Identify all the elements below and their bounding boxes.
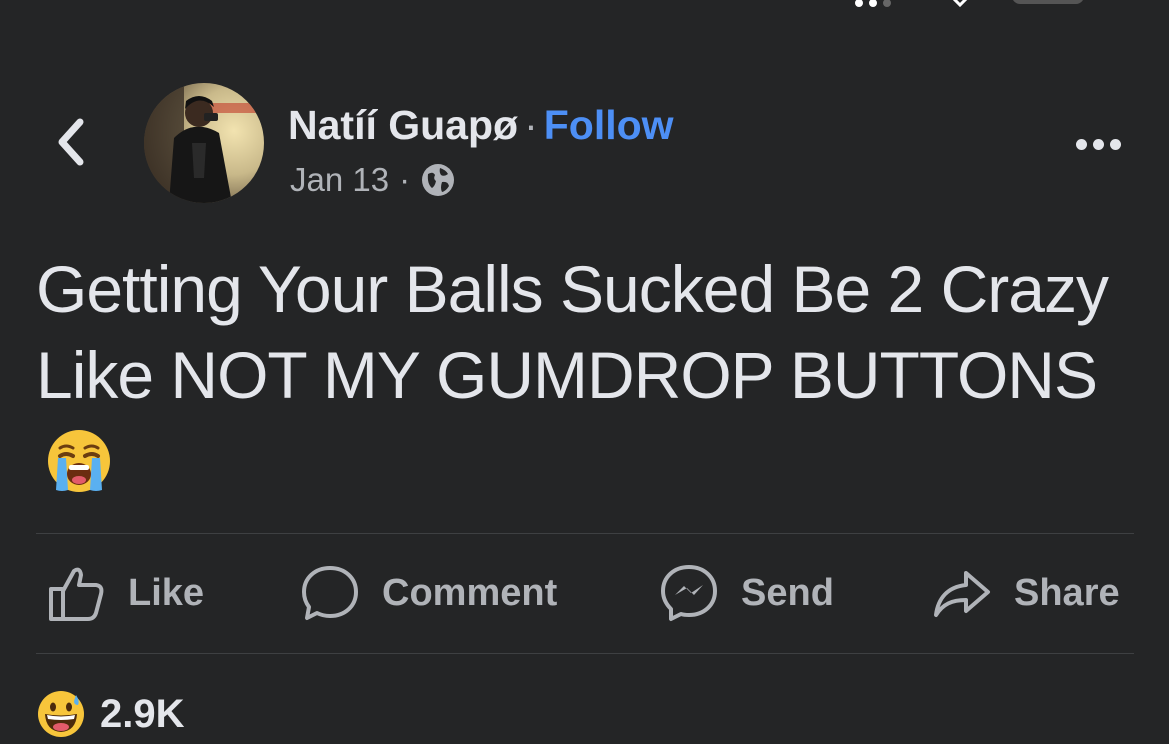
send-button[interactable]: Send <box>659 558 834 628</box>
status-time-fragment <box>140 0 250 4</box>
status-bar <box>0 0 1169 14</box>
send-label: Send <box>741 571 834 614</box>
like-label: Like <box>128 571 205 614</box>
battery-icon <box>1012 0 1084 4</box>
author-name[interactable]: Natíí Guapø <box>288 102 518 148</box>
like-button[interactable]: Like <box>46 558 204 628</box>
messenger-icon <box>661 565 717 621</box>
post-meta: Jan 13 · <box>290 158 456 202</box>
loudly-crying-face-emoji <box>48 430 110 492</box>
reactions-summary[interactable]: 2.9K <box>36 684 185 744</box>
share-label: Share <box>1014 571 1120 614</box>
post-text-content: Getting Your Balls Sucked Be 2 Crazy Lik… <box>36 252 1109 412</box>
globe-icon <box>422 164 455 196</box>
separator-dot: · <box>524 102 538 148</box>
divider <box>36 653 1134 654</box>
share-button[interactable]: Share <box>932 558 1120 628</box>
post-text: Getting Your Balls Sucked Be 2 Crazy Lik… <box>36 246 1136 504</box>
more-options-button[interactable] <box>1070 124 1126 164</box>
avatar[interactable] <box>144 83 264 203</box>
comment-bubble-icon <box>302 566 358 620</box>
post-date[interactable]: Jan 13 <box>290 158 389 202</box>
author-line: Natíí Guapø · Follow <box>288 100 674 150</box>
thumbs-up-icon <box>49 567 104 621</box>
comment-label: Comment <box>382 571 558 614</box>
comment-button[interactable]: Comment <box>300 558 557 628</box>
wifi-icon <box>950 0 970 8</box>
post-header: Natíí Guapø · Follow Jan 13 · <box>0 80 1169 210</box>
grinning-face-with-sweat-icon <box>38 691 84 737</box>
follow-button[interactable]: Follow <box>544 102 674 148</box>
divider <box>36 533 1134 534</box>
separator-dot: · <box>399 161 411 198</box>
chevron-left-icon <box>58 118 84 166</box>
share-arrow-icon <box>934 571 990 617</box>
action-bar: Like Comment Send Share <box>0 540 1169 648</box>
back-button[interactable] <box>46 114 94 170</box>
cellular-signal-icon <box>855 0 915 7</box>
reaction-count: 2.9K <box>100 691 185 736</box>
